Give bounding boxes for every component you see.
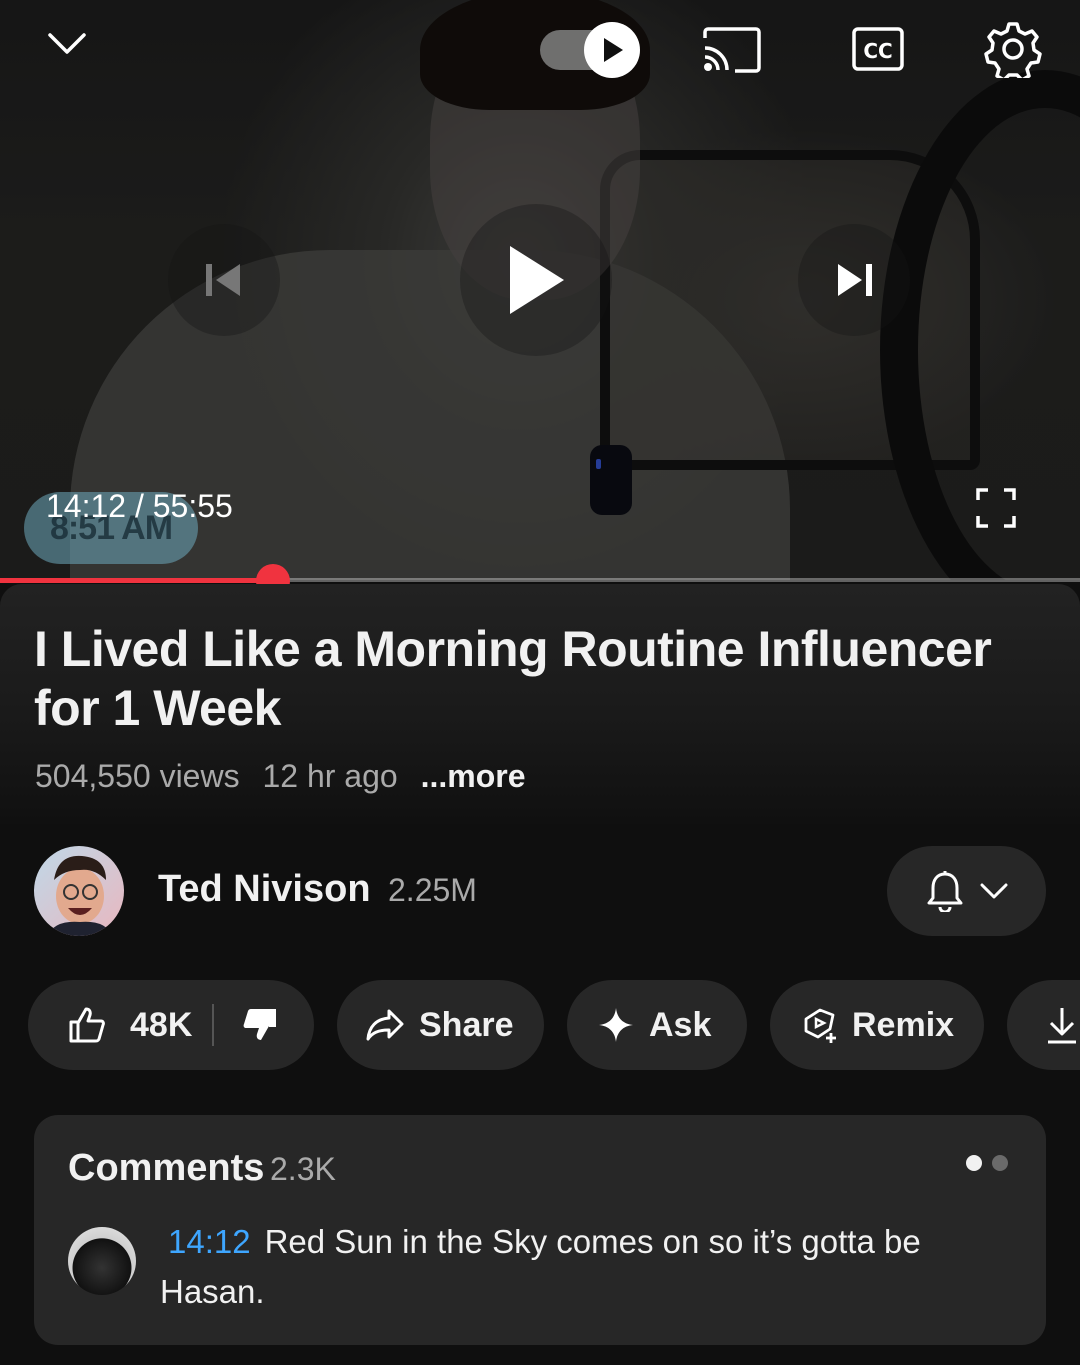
duration: 55:55: [152, 488, 233, 524]
share-button[interactable]: Share: [337, 980, 544, 1070]
remix-label: Remix: [852, 1005, 955, 1044]
seek-bar[interactable]: [0, 564, 1080, 598]
ask-label: Ask: [649, 1005, 712, 1044]
comment-timestamp-link[interactable]: 14:12: [168, 1223, 251, 1260]
cast-icon[interactable]: [700, 24, 762, 76]
remix-icon: [804, 1008, 836, 1043]
video-title[interactable]: I Lived Like a Morning Routine Influence…: [34, 620, 1034, 738]
notifications-button[interactable]: [887, 846, 1046, 936]
avatar-image: [48, 855, 112, 936]
like-dislike-button[interactable]: 48K: [28, 980, 314, 1070]
autoplay-knob: [584, 22, 640, 78]
thumbs-down-icon[interactable]: [242, 1007, 278, 1043]
share-icon: [366, 1009, 404, 1041]
comment-body: Red Sun in the Sky comes on so it’s gott…: [160, 1223, 921, 1310]
video-player[interactable]: CC 8:51 AM 14:12 / 55:55: [0, 0, 1080, 580]
time-separator: /: [126, 488, 153, 524]
bell-icon: [927, 871, 962, 912]
chevron-down-icon: [980, 883, 1007, 899]
channel-name[interactable]: Ted Nivison: [158, 868, 371, 911]
cc-icon[interactable]: CC: [850, 24, 906, 74]
next-icon: [838, 264, 872, 296]
previous-button[interactable]: [168, 224, 280, 336]
carousel-dots: [966, 1155, 1008, 1171]
channel-avatar[interactable]: [34, 846, 124, 936]
download-button[interactable]: [1007, 980, 1080, 1070]
settings-icon[interactable]: [982, 18, 1044, 80]
time-display: 14:12 / 55:55: [46, 488, 233, 525]
seek-bar-played: [0, 578, 273, 583]
video-metadata[interactable]: 504,550 views 12 hr ago ...more: [35, 758, 540, 795]
action-bar: 48K Share Ask Remix: [0, 980, 1080, 1070]
comments-card[interactable]: Comments 2.3K 14:12 Red Sun in the Sky co…: [34, 1115, 1046, 1345]
autoplay-toggle[interactable]: [538, 22, 642, 78]
remix-button[interactable]: Remix: [770, 980, 984, 1070]
play-icon: [604, 38, 623, 62]
like-divider: [212, 1004, 215, 1046]
play-icon: [510, 246, 564, 314]
upload-age: 12 hr ago: [262, 758, 398, 794]
svg-text:CC: CC: [863, 39, 892, 63]
carousel-dot-active: [966, 1155, 982, 1171]
chevron-down-icon[interactable]: [40, 22, 94, 66]
thumbs-up-icon[interactable]: [68, 1006, 106, 1044]
comments-heading: Comments: [68, 1147, 265, 1189]
commenter-avatar: [68, 1227, 136, 1295]
subscriber-count: 2.25M: [388, 872, 477, 908]
top-comment: 14:12 Red Sun in the Sky comes on so it’s…: [160, 1217, 1000, 1317]
previous-icon: [206, 264, 240, 296]
ask-button[interactable]: Ask: [567, 980, 747, 1070]
download-icon: [1048, 1008, 1076, 1044]
carousel-dot: [992, 1155, 1008, 1171]
fullscreen-icon[interactable]: [972, 486, 1020, 530]
next-button[interactable]: [798, 224, 910, 336]
share-label: Share: [419, 1005, 514, 1044]
current-time: 14:12: [46, 488, 127, 524]
view-count: 504,550 views: [35, 758, 240, 794]
like-count: 48K: [130, 1005, 193, 1044]
sparkle-icon: [599, 1008, 633, 1042]
play-button[interactable]: [460, 204, 612, 356]
more-link[interactable]: ...more: [421, 758, 526, 794]
comments-count: 2.3K: [270, 1151, 336, 1187]
